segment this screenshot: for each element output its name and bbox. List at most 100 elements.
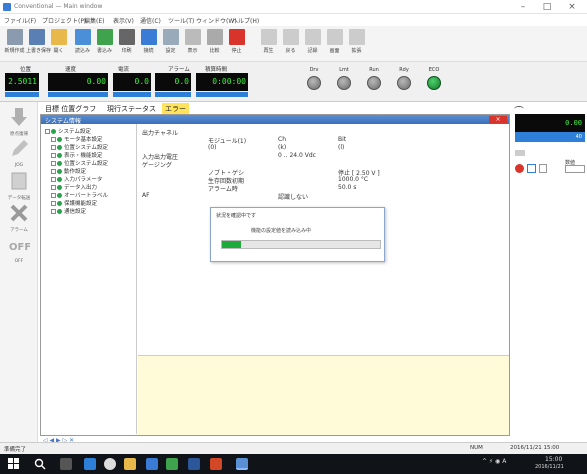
dropdown[interactable]	[539, 164, 547, 173]
menu-view[interactable]: 表示(V)	[113, 16, 134, 25]
detail-text: アラーム時	[208, 186, 238, 193]
toolbar-print-button[interactable]: 印刷	[116, 28, 137, 60]
tree-item[interactable]: データ入出力	[51, 183, 97, 191]
lamp-label-rdy: Rdy	[399, 67, 409, 73]
running-app-icon[interactable]	[236, 458, 248, 470]
side-label: データ転送	[7, 196, 31, 201]
toolbar-monitor-button[interactable]: 画面	[324, 28, 345, 60]
explorer-icon[interactable]	[124, 458, 136, 470]
value-field[interactable]	[565, 165, 585, 173]
toolbar-compare-button[interactable]: 比較	[204, 28, 225, 60]
open-folder-icon	[50, 29, 67, 45]
expand-icon[interactable]	[51, 145, 56, 150]
monitor-position-sub	[5, 92, 39, 97]
menu-project[interactable]: プロジェクト(P)	[42, 16, 86, 25]
app-icon	[3, 3, 11, 11]
menu-comm[interactable]: 通信(C)	[140, 16, 161, 25]
toolbar-panel-button[interactable]: 拡張	[346, 28, 367, 60]
expand-icon[interactable]	[51, 153, 56, 158]
transfer-button[interactable]: データ転送	[3, 170, 35, 201]
x-icon	[10, 204, 28, 222]
compare-icon	[206, 29, 223, 45]
expand-icon[interactable]	[51, 169, 56, 174]
system-tray[interactable]: ^ ⚡ ◉ A	[482, 458, 506, 465]
tree-item[interactable]: 位置システム設定	[51, 143, 108, 151]
edge-icon[interactable]	[146, 458, 158, 470]
tree-item[interactable]: 動作設定	[51, 167, 86, 175]
toolbar-new-file-button[interactable]: 新規作成	[4, 28, 25, 60]
tree-item[interactable]: システム設定	[45, 127, 91, 135]
tree-item[interactable]: 保護機能設定	[51, 199, 97, 207]
lamp-label-drv: Drv	[309, 67, 319, 73]
expand-icon[interactable]	[51, 209, 56, 214]
status-dot-icon	[57, 209, 62, 214]
start-icon[interactable]	[8, 458, 20, 470]
tree-item[interactable]: 表示・機能設定	[51, 151, 103, 159]
word-icon[interactable]	[188, 458, 200, 470]
tree-item[interactable]: 通信設定	[51, 207, 86, 215]
close-button[interactable]: ×	[562, 1, 582, 13]
tree-item[interactable]: モータ基本設定	[51, 135, 103, 143]
home-return-button[interactable]: 原点復帰	[3, 106, 35, 137]
toolbar: 新規作成 上書き保存 開く 読込み 書込み 印刷 接続 設定 表示 比較 停止 再生 戻る 記録 画面 拡張	[0, 26, 587, 62]
menu-file[interactable]: ファイル(F)	[4, 16, 36, 25]
menu-bar: ファイル(F) プロジェクト(P) 編集(E) 表示(V) 通信(C) ツール(…	[0, 14, 587, 26]
monitor-alarm-sub	[155, 92, 191, 97]
toolbar-connect-button[interactable]: 接続	[138, 28, 159, 60]
toolbar-play-button[interactable]: 再生	[258, 28, 279, 60]
menu-tools[interactable]: ツール(T)	[168, 16, 194, 25]
expand-icon[interactable]	[45, 129, 50, 134]
expand-icon[interactable]	[51, 137, 56, 142]
menu-window[interactable]: ウィンドウ(W)	[196, 16, 237, 25]
status-datetime: 2016/11/21 15:00	[510, 445, 560, 451]
monitor-current: 0.0	[113, 73, 151, 91]
minimize-button[interactable]: –	[513, 1, 533, 13]
menu-edit[interactable]: 編集(E)	[84, 16, 104, 25]
monitor-speed: 0.00	[48, 73, 108, 91]
taskview-icon[interactable]	[60, 458, 72, 470]
task-app-icon[interactable]	[84, 458, 96, 470]
tree-item[interactable]: 位置システム設定	[51, 159, 108, 167]
down-arrow-icon	[11, 108, 27, 126]
expand-icon[interactable]	[51, 185, 56, 190]
off-button[interactable]: OFF OFF	[3, 234, 35, 264]
cortana-icon[interactable]	[104, 458, 116, 470]
view-icon	[184, 29, 201, 45]
toolbar-save-button[interactable]: 上書き保存	[26, 28, 51, 60]
expand-icon[interactable]	[51, 161, 56, 166]
jog-button[interactable]: JOG	[3, 138, 35, 168]
expand-icon[interactable]	[51, 193, 56, 198]
tab-position-graph[interactable]: 目標 位置グラフ	[42, 103, 99, 114]
detail-text: (l)	[338, 144, 345, 151]
toolbar-record-button[interactable]: 記録	[302, 28, 323, 60]
detail-text: ゲージング	[142, 162, 172, 169]
settings-icon	[162, 29, 179, 45]
maximize-button[interactable]: □	[537, 1, 557, 13]
status-text: 準備完了	[4, 447, 27, 453]
toolbar-open-folder-button[interactable]: 開く	[48, 28, 69, 60]
tree-item[interactable]: オーバートラベル	[51, 191, 108, 199]
expand-icon[interactable]	[51, 201, 56, 206]
edit-icon[interactable]	[527, 164, 536, 173]
toolbar-write-button[interactable]: 書込み	[94, 28, 115, 60]
powerpoint-icon[interactable]	[210, 458, 222, 470]
expand-icon[interactable]	[51, 177, 56, 182]
menu-help[interactable]: ヘルプ(H)	[232, 16, 259, 25]
toolbar-rewind-button[interactable]: 戻る	[280, 28, 301, 60]
toolbar-view-button[interactable]: 表示	[182, 28, 203, 60]
tab-status[interactable]: 現行ステータス	[104, 103, 159, 114]
toolbar-label: 記録	[307, 48, 318, 54]
power-icon[interactable]	[515, 164, 524, 173]
window-close-button[interactable]: ×	[489, 116, 507, 123]
monitor-label-current: 電流	[118, 67, 130, 73]
tree-item[interactable]: 入力パラメータ	[51, 175, 102, 183]
tab-error[interactable]: エラー	[162, 103, 189, 114]
excel-icon[interactable]	[166, 458, 178, 470]
alarm-button[interactable]: アラーム	[3, 202, 35, 233]
toolbar-read-button[interactable]: 読込み	[72, 28, 93, 60]
toolbar-stop-button[interactable]: 停止	[226, 28, 247, 60]
detail-text: 50.0 s	[338, 184, 357, 191]
title-bar: Conventional — Main window – □ ×	[0, 0, 587, 14]
search-icon[interactable]	[34, 458, 46, 470]
toolbar-settings-button[interactable]: 設定	[160, 28, 181, 60]
